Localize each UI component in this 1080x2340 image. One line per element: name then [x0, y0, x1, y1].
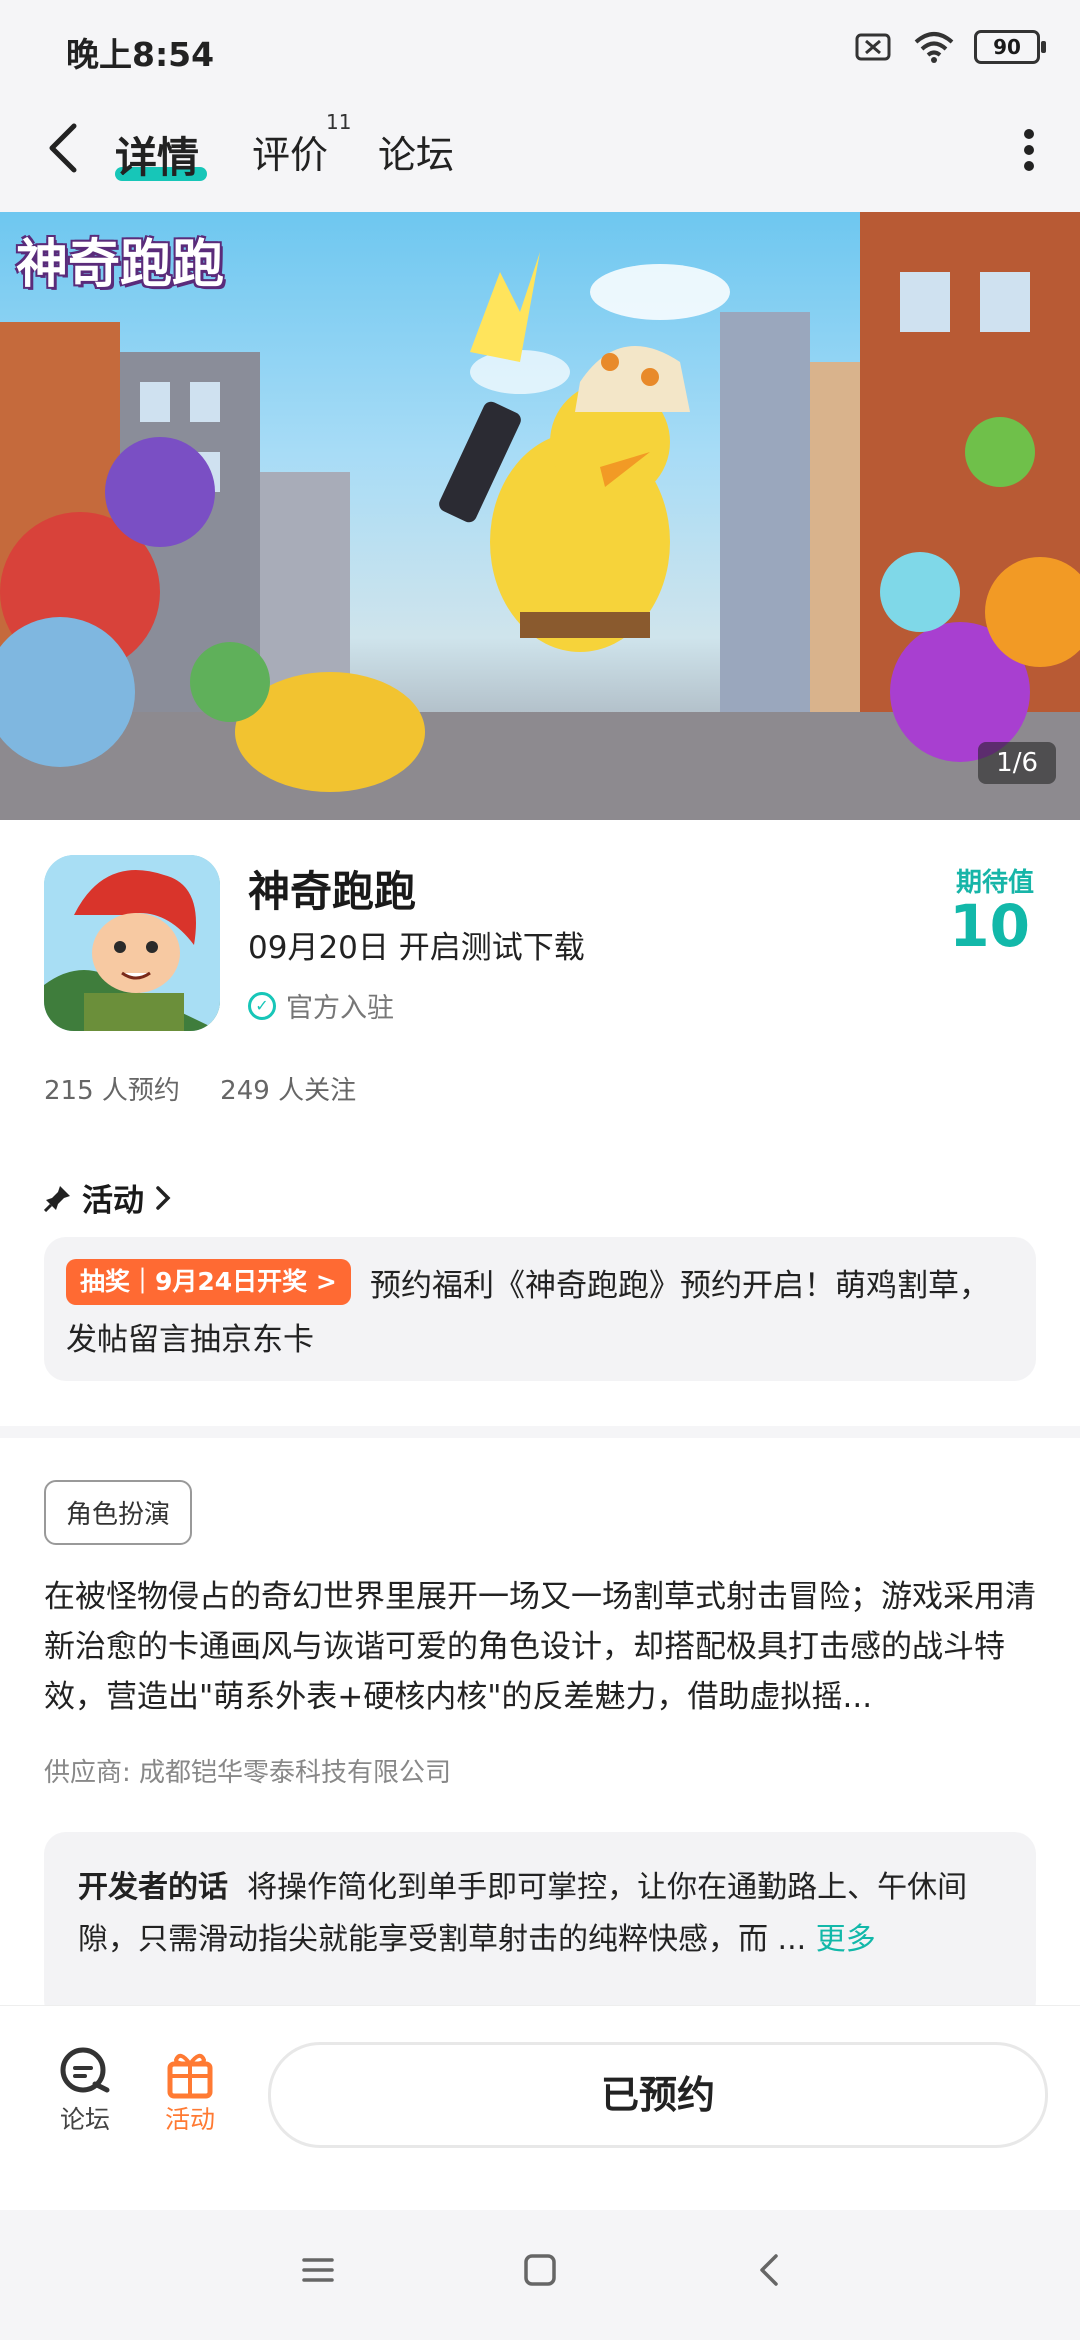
bottom-action-bar: 论坛 活动 已预约	[0, 2005, 1080, 2211]
expect-value: 10	[949, 892, 1030, 960]
more-options-icon[interactable]	[1022, 122, 1036, 188]
more-link[interactable]: 更多	[816, 1922, 876, 1957]
game-description[interactable]: 在被怪物侵占的奇幻世界里展开一场又一场割草式射击冒险；游戏采用清新治愈的卡通画风…	[44, 1572, 1036, 1722]
activity-label: 活动	[164, 2105, 215, 2134]
tab-reviews[interactable]: 评价	[252, 124, 328, 179]
follower-count: 249 人关注	[220, 1076, 357, 1106]
back-nav-icon[interactable]	[752, 2252, 788, 2288]
activity-header[interactable]: 活动	[44, 1175, 172, 1220]
reservation-count: 215 人预约	[44, 1076, 180, 1106]
reviews-count-badge: 11	[326, 110, 352, 134]
tab-details[interactable]: 详情	[115, 124, 199, 185]
battery-icon: 90	[974, 30, 1046, 64]
banner-page-indicator: 1/6	[978, 742, 1056, 784]
wifi-icon	[914, 32, 954, 63]
forum-button[interactable]: 论坛	[45, 2046, 125, 2136]
banner-artwork	[0, 212, 1080, 820]
app-stats: 215 人预约 249 人关注	[44, 1070, 388, 1107]
check-circle-icon: ✓	[248, 991, 276, 1020]
status-bar: 晚上8:54 90	[0, 0, 1080, 100]
developer-note: 开发者的话 将操作简化到单手即可掌控，让你在通勤路上、午休间隙，只需滑动指尖就能…	[78, 1862, 1018, 1966]
nav-bar: 详情 评价 11 论坛	[0, 100, 1080, 212]
status-time: 晚上8:54	[66, 35, 215, 74]
app-name: 神奇跑跑	[248, 867, 417, 916]
status-icons: 90	[854, 30, 1046, 64]
banner-game-logo: 神奇跑跑	[16, 235, 225, 295]
category-tag[interactable]: 角色扮演	[44, 1480, 193, 1545]
gift-icon	[167, 2053, 213, 2099]
developer-note-card[interactable]: 开发者的话 将操作简化到单手即可掌控，让你在通勤路上、午休间隙，只需滑动指尖就能…	[44, 1832, 1036, 2022]
supplier-info: 供应商: 成都铠华零泰科技有限公司	[44, 1758, 452, 1788]
app-icon	[44, 855, 220, 1031]
menu-icon[interactable]	[300, 2252, 336, 2288]
forum-chat-icon	[60, 2047, 110, 2093]
app-release-date: 09月20日 开启测试下载	[248, 930, 585, 966]
chevron-right-icon	[156, 1185, 171, 1210]
pin-icon	[44, 1185, 70, 1212]
no-sim-icon	[855, 33, 891, 61]
developer-note-label: 开发者的话	[78, 1870, 228, 1905]
back-icon[interactable]	[44, 118, 84, 191]
system-nav-bar	[0, 2210, 1080, 2340]
lottery-tag[interactable]: 抽奖｜9月24日开奖 >	[66, 1259, 351, 1305]
activity-button[interactable]: 活动	[150, 2046, 230, 2136]
section-divider	[0, 1426, 1080, 1438]
official-badge: ✓ 官方入驻	[248, 986, 394, 1025]
forum-label: 论坛	[59, 2105, 110, 2134]
tab-forum[interactable]: 论坛	[378, 124, 454, 179]
activity-title: 活动	[82, 1183, 144, 1219]
official-label: 官方入驻	[286, 993, 394, 1024]
reserved-button[interactable]: 已预约	[268, 2042, 1048, 2148]
home-icon[interactable]	[522, 2252, 558, 2288]
banner-carousel[interactable]: 神奇跑跑 1/6	[0, 212, 1080, 820]
activity-card[interactable]: 预约福利《神奇跑跑》预约开启！萌鸡割草，发帖留言抽京东卡 抽奖｜9月24日开奖 …	[44, 1237, 1036, 1381]
